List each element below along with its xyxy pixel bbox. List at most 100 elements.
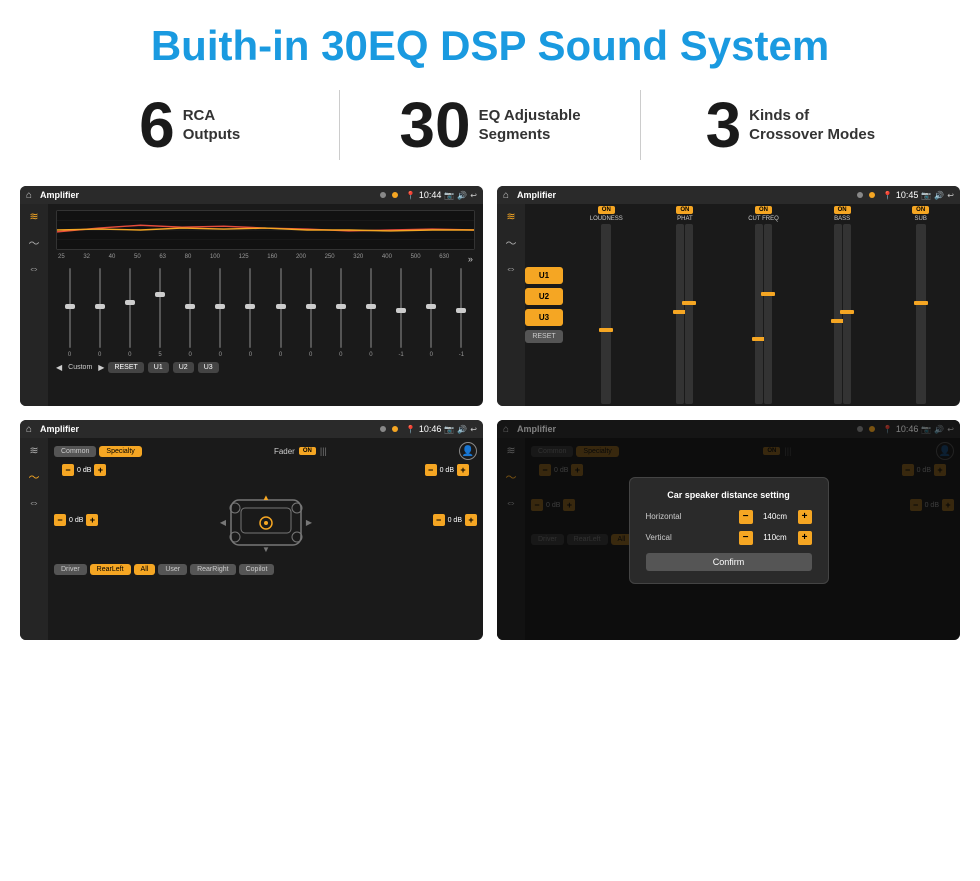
home-icon-2[interactable]: ⌂	[503, 190, 509, 201]
phat-slider-f[interactable]	[685, 224, 693, 404]
prev-arrow[interactable]: ◀	[56, 363, 62, 372]
wave-icon-1[interactable]: 〜	[29, 235, 40, 251]
slider-1[interactable]	[56, 268, 83, 348]
time-3: 10:46	[419, 424, 442, 434]
cutfreq-slider-f[interactable]	[755, 224, 763, 404]
stat-rca-text: RCA Outputs	[183, 106, 241, 145]
sub-on[interactable]: ON	[912, 206, 929, 214]
bass-slider-f[interactable]	[834, 224, 842, 404]
common-tab-3[interactable]: Common	[54, 446, 96, 457]
slider-5[interactable]	[177, 268, 204, 348]
u1-btn[interactable]: U1	[148, 362, 169, 373]
rr-minus[interactable]: −	[433, 514, 445, 526]
slider-3[interactable]	[116, 268, 143, 348]
home-icon-3[interactable]: ⌂	[26, 424, 32, 435]
rl-minus[interactable]: −	[54, 514, 66, 526]
rl-plus[interactable]: +	[86, 514, 98, 526]
sub-slider[interactable]	[916, 224, 926, 404]
reset-btn-2[interactable]: RESET	[525, 330, 563, 343]
rr-plus[interactable]: +	[465, 514, 477, 526]
eq-values-row: 0 0 0 5 0 0 0 0 0 0 0 -1 0 -1	[56, 352, 475, 358]
dsp-bass: ON BASS	[805, 206, 880, 404]
slider-4[interactable]	[146, 268, 173, 348]
u1-preset-btn[interactable]: U1	[525, 267, 563, 284]
horizontal-label: Horizontal	[646, 512, 739, 521]
rl-value: 0 dB	[69, 517, 83, 524]
arrows-icon-2[interactable]: ⇔	[506, 263, 517, 275]
slider-14[interactable]	[448, 268, 475, 348]
bass-on[interactable]: ON	[834, 206, 851, 214]
slider-2[interactable]	[86, 268, 113, 348]
cutfreq-on[interactable]: ON	[755, 206, 772, 214]
home-icon-1[interactable]: ⌂	[26, 190, 32, 201]
fr-plus[interactable]: +	[457, 464, 469, 476]
fl-plus[interactable]: +	[94, 464, 106, 476]
loudness-on[interactable]: ON	[598, 206, 615, 214]
stat-crossover-number: 3	[706, 93, 742, 157]
next-arrow[interactable]: ▶	[98, 363, 104, 372]
screenshots-grid: ⌂ Amplifier 📍 10:44 📷 🔊 ↩ ≋ 〜 ⇔	[0, 178, 980, 660]
fl-minus[interactable]: −	[62, 464, 74, 476]
slider-11[interactable]	[357, 268, 384, 348]
back-icon-3[interactable]: ↩	[470, 425, 477, 434]
vertical-minus-btn[interactable]: −	[739, 531, 753, 545]
wave-icon-2[interactable]: 〜	[506, 235, 517, 251]
horizontal-row: Horizontal − 140cm +	[646, 510, 812, 524]
dot-6	[392, 426, 398, 432]
fader-bars: |||	[320, 446, 327, 456]
expand-icon[interactable]: »	[468, 254, 473, 264]
arrows-icon-3[interactable]: ⇔	[29, 497, 40, 509]
specialty-tab-3[interactable]: Specialty	[99, 446, 141, 457]
stat-rca: 6 RCA Outputs	[60, 93, 319, 157]
slider-6[interactable]	[207, 268, 234, 348]
screen1-content: ≋ 〜 ⇔	[20, 204, 483, 406]
bass-slider-g[interactable]	[843, 224, 851, 404]
cutfreq-slider-g[interactable]	[764, 224, 772, 404]
eq-icon-3[interactable]: ≋	[29, 444, 38, 457]
phat-slider-g[interactable]	[676, 224, 684, 404]
u2-btn[interactable]: U2	[173, 362, 194, 373]
loudness-label: LOUDNESS	[590, 216, 623, 222]
u3-preset-btn[interactable]: U3	[525, 309, 563, 326]
loudness-slider[interactable]	[601, 224, 611, 404]
user-btn-3[interactable]: User	[158, 564, 187, 575]
slider-9[interactable]	[297, 268, 324, 348]
fader-on-toggle[interactable]: ON	[299, 447, 316, 455]
fr-minus[interactable]: −	[425, 464, 437, 476]
slider-12[interactable]	[388, 268, 415, 348]
distance-dialog: Car speaker distance setting Horizontal …	[629, 477, 829, 584]
reset-btn-1[interactable]: RESET	[108, 362, 143, 373]
all-btn-3[interactable]: All	[134, 564, 156, 575]
pin-icon-1: 📍	[406, 191, 416, 200]
back-icon-1[interactable]: ↩	[470, 191, 477, 200]
slider-7[interactable]	[237, 268, 264, 348]
slider-10[interactable]	[327, 268, 354, 348]
back-icon-2[interactable]: ↩	[947, 191, 954, 200]
horizontal-plus-btn[interactable]: +	[798, 510, 812, 524]
sub-label: SUB	[915, 216, 927, 222]
horizontal-minus-btn[interactable]: −	[739, 510, 753, 524]
dot-3	[857, 192, 863, 198]
slider-13[interactable]	[418, 268, 445, 348]
confirm-button[interactable]: Confirm	[646, 553, 812, 571]
arrows-icon-1[interactable]: ⇔	[29, 263, 40, 275]
svg-text:▲: ▲	[262, 493, 270, 502]
vertical-ctrl: − 110cm +	[739, 531, 812, 545]
eq-graph	[56, 210, 475, 250]
copilot-btn-3[interactable]: Copilot	[239, 564, 275, 575]
rearleft-btn-3[interactable]: RearLeft	[90, 564, 131, 575]
dot-1	[380, 192, 386, 198]
camera-icon-1: 📷	[444, 191, 454, 200]
u2-preset-btn[interactable]: U2	[525, 288, 563, 305]
svg-text:▼: ▼	[262, 545, 270, 554]
profile-icon-3[interactable]: 👤	[459, 442, 477, 460]
phat-on[interactable]: ON	[676, 206, 693, 214]
wave-icon-3[interactable]: 〜	[29, 469, 40, 485]
driver-btn-3[interactable]: Driver	[54, 564, 87, 575]
rearright-btn-3[interactable]: RearRight	[190, 564, 236, 575]
vertical-plus-btn[interactable]: +	[798, 531, 812, 545]
slider-8[interactable]	[267, 268, 294, 348]
u3-btn[interactable]: U3	[198, 362, 219, 373]
eq-icon-2[interactable]: ≋	[506, 210, 515, 223]
eq-icon[interactable]: ≋	[29, 210, 38, 223]
